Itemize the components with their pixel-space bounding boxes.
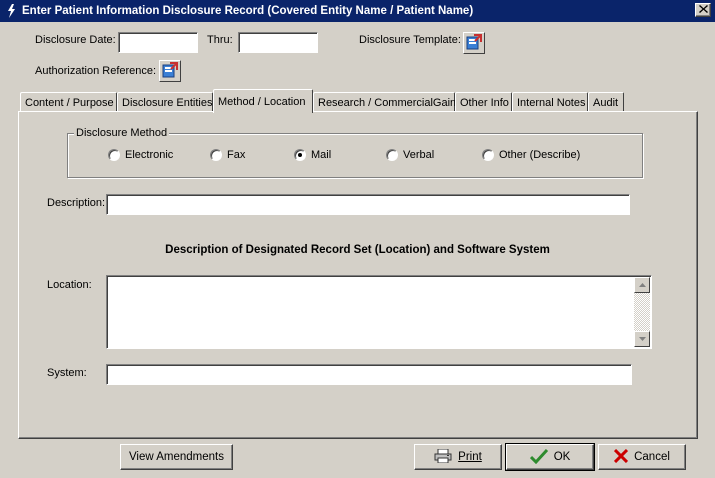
checkmark-icon — [529, 448, 548, 467]
location-label: Location: — [47, 279, 92, 291]
authorization-reference-button[interactable] — [159, 60, 181, 82]
button-label: Print — [458, 451, 482, 463]
scroll-up-button[interactable] — [634, 277, 650, 293]
radio-label: Verbal — [403, 149, 435, 161]
tab-label: Disclosure Entities — [122, 96, 213, 109]
scroll-down-button[interactable] — [634, 331, 650, 347]
location-textarea[interactable] — [106, 275, 652, 349]
tab-label: Other Info — [460, 96, 509, 109]
disclosure-method-legend: Disclosure Method — [74, 127, 170, 139]
arrow-up-icon — [638, 283, 646, 287]
view-amendments-button[interactable]: View Amendments — [120, 444, 233, 470]
disclosure-template-label: Disclosure Template: — [359, 34, 461, 46]
radio-verbal[interactable]: Verbal — [386, 149, 434, 161]
title-bar[interactable]: Enter Patient Information Disclosure Rec… — [0, 0, 715, 22]
radio-button[interactable] — [294, 149, 306, 161]
button-label: View Amendments — [128, 451, 225, 463]
ok-button[interactable]: OK — [505, 443, 595, 471]
tab-audit[interactable]: Audit — [588, 92, 624, 112]
radio-button[interactable] — [386, 149, 398, 161]
section-heading: Description of Designated Record Set (Lo… — [165, 244, 550, 256]
radio-button[interactable] — [210, 149, 222, 161]
tab-label: Internal Notes — [517, 96, 586, 109]
system-input[interactable] — [106, 364, 632, 385]
x-icon — [614, 448, 629, 466]
radio-other[interactable]: Other (Describe) — [482, 149, 580, 161]
tab-label: Research / CommercialGain — [318, 96, 457, 109]
arrow-down-icon — [638, 337, 646, 341]
tab-label: Method / Location — [218, 95, 306, 108]
lookup-icon — [162, 61, 178, 81]
tab-method-location[interactable]: Method / Location — [213, 89, 313, 113]
radio-fax[interactable]: Fax — [210, 149, 245, 161]
radio-mail[interactable]: Mail — [294, 149, 331, 161]
radio-button[interactable] — [108, 149, 120, 161]
radio-label: Fax — [227, 149, 246, 161]
disclosure-template-button[interactable] — [463, 32, 485, 54]
radio-button[interactable] — [482, 149, 494, 161]
button-label: Cancel — [634, 451, 670, 463]
authorization-reference-label: Authorization Reference: — [35, 65, 157, 77]
lookup-icon — [466, 33, 482, 53]
radio-label: Electronic — [125, 149, 174, 161]
app-icon — [3, 3, 19, 19]
disclosure-date-label: Disclosure Date: — [35, 34, 116, 46]
location-scrollbar[interactable] — [634, 277, 650, 347]
tab-internal-notes[interactable]: Internal Notes — [512, 92, 588, 112]
thru-date-input[interactable] — [238, 32, 318, 53]
radio-label: Other (Describe) — [499, 149, 581, 161]
close-icon — [698, 4, 708, 16]
system-label: System: — [47, 367, 87, 379]
tab-label: Audit — [593, 96, 619, 109]
description-label: Description: — [47, 197, 106, 209]
radio-electronic[interactable]: Electronic — [108, 149, 173, 161]
thru-label: Thru: — [207, 34, 233, 46]
close-button[interactable] — [695, 3, 711, 17]
window-title: Enter Patient Information Disclosure Rec… — [22, 5, 474, 17]
tab-label: Content / Purpose — [25, 96, 114, 109]
disclosure-date-input[interactable] — [118, 32, 198, 53]
print-button[interactable]: Print — [414, 444, 502, 470]
printer-icon — [434, 448, 452, 466]
button-label: OK — [553, 451, 571, 463]
tab-research-commercial-gain[interactable]: Research / CommercialGain — [313, 92, 457, 112]
radio-label: Mail — [311, 149, 332, 161]
tab-other-info[interactable]: Other Info — [455, 92, 512, 112]
cancel-button[interactable]: Cancel — [598, 444, 686, 470]
description-input[interactable] — [106, 194, 630, 215]
tab-content-purpose[interactable]: Content / Purpose — [20, 92, 117, 112]
tab-disclosure-entities[interactable]: Disclosure Entities — [117, 92, 213, 112]
